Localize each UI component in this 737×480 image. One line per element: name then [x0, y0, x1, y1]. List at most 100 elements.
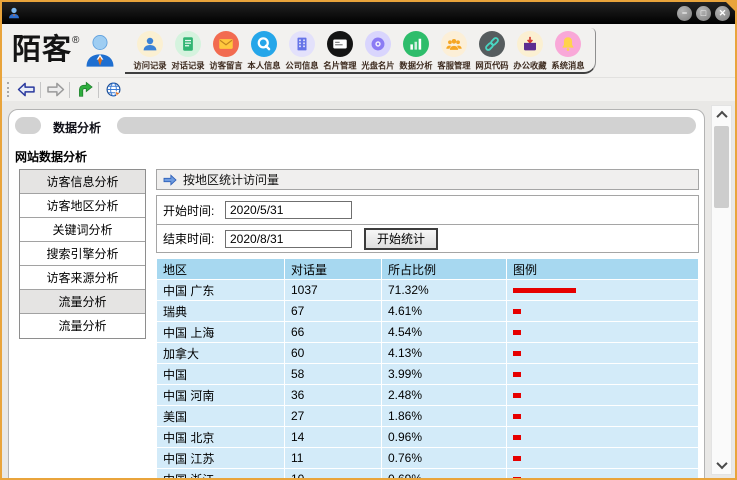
- toolbar-button-data-analysis[interactable]: 数据分析: [397, 31, 435, 72]
- region-cell: 中国 广东: [157, 280, 285, 301]
- sidebar-item-visitor-info-analysis[interactable]: 访客信息分析: [20, 170, 145, 194]
- panel-title: 按地区统计访问量: [183, 171, 279, 188]
- jump-arrow-icon[interactable]: [73, 80, 95, 99]
- legend-bar: [513, 330, 521, 335]
- region-cell: 瑞典: [157, 301, 285, 322]
- toolbar-button-card-management[interactable]: 名片管理: [321, 31, 359, 72]
- legend-cell: [507, 301, 699, 322]
- back-icon[interactable]: [15, 80, 37, 99]
- toolbar-button-system-messages[interactable]: 系统消息: [549, 31, 587, 72]
- percent-cell: 3.99%: [382, 364, 507, 385]
- service-management-icon: [441, 31, 467, 57]
- sidebar-item-visitor-source-analysis[interactable]: 访客来源分析: [20, 266, 145, 290]
- table-row[interactable]: 中国 广东 1037 71.32%: [157, 280, 699, 301]
- toolbar-button-webpage-code[interactable]: 网页代码: [473, 31, 511, 72]
- scroll-up-icon[interactable]: [712, 106, 731, 124]
- minimize-button[interactable]: −: [677, 6, 692, 21]
- tab-stub[interactable]: [15, 117, 41, 134]
- workspace: 数据分析 网站数据分析 访客信息分析访客地区分析关键词分析搜索引擎分析访客来源分…: [2, 101, 735, 478]
- legend-bar: [513, 435, 521, 440]
- scrollbar-thumb[interactable]: [714, 126, 729, 208]
- system-messages-icon: [555, 31, 581, 57]
- start-time-input[interactable]: [225, 201, 352, 219]
- toolbar-label: 名片管理: [323, 59, 358, 71]
- scroll-down-icon[interactable]: [712, 456, 731, 474]
- toolbar-grip[interactable]: [7, 82, 10, 97]
- app-icon: [7, 6, 21, 20]
- percent-cell: 71.32%: [382, 280, 507, 301]
- data-analysis-icon: [403, 31, 429, 57]
- toolbar-label: 访客留言: [209, 59, 244, 71]
- toolbar-button-visit-records[interactable]: 访问记录: [131, 31, 169, 72]
- active-tab-label[interactable]: 数据分析: [53, 119, 101, 136]
- toolbar-button-service-management[interactable]: 客服管理: [435, 31, 473, 72]
- percent-cell: 4.13%: [382, 343, 507, 364]
- forward-icon[interactable]: [44, 80, 66, 99]
- percent-cell: 4.61%: [382, 301, 507, 322]
- table-row[interactable]: 瑞典 67 4.61%: [157, 301, 699, 322]
- separator: [98, 82, 99, 98]
- my-info-icon: [251, 31, 277, 57]
- column-header: 地区: [157, 259, 285, 280]
- window-corner-decoration: [726, 2, 735, 11]
- toolbar-label: 对话记录: [171, 59, 206, 71]
- toolbar-button-visitor-messages[interactable]: 访客留言: [207, 31, 245, 72]
- legend-cell: [507, 448, 699, 469]
- legend-cell: [507, 364, 699, 385]
- table-row[interactable]: 中国 河南 36 2.48%: [157, 385, 699, 406]
- titlebar: − □ ✕: [2, 2, 735, 24]
- count-cell: 27: [285, 406, 382, 427]
- region-cell: 中国 浙江: [157, 469, 285, 479]
- sidebar-item-traffic-analysis-group[interactable]: 流量分析: [20, 290, 145, 314]
- toolbar-label: 网页代码: [475, 59, 510, 71]
- region-cell: 中国 上海: [157, 322, 285, 343]
- table-row[interactable]: 美国 27 1.86%: [157, 406, 699, 427]
- sidebar-item-search-engine-analysis[interactable]: 搜索引擎分析: [20, 242, 145, 266]
- sidebar-item-traffic-analysis[interactable]: 流量分析: [20, 314, 145, 338]
- visitor-messages-icon: [213, 31, 239, 57]
- globe-icon[interactable]: [102, 80, 124, 99]
- percent-cell: 1.86%: [382, 406, 507, 427]
- app-window: − □ ✕ 陌客 ® 访问记录 对话记录: [0, 0, 737, 480]
- tab-bar: [117, 117, 696, 134]
- table-row[interactable]: 中国 江苏 11 0.76%: [157, 448, 699, 469]
- column-header: 所占比例: [382, 259, 507, 280]
- table-row[interactable]: 加拿大 60 4.13%: [157, 343, 699, 364]
- main-toolbar: 陌客 ® 访问记录 对话记录 访客留言 本: [2, 24, 735, 78]
- legend-bar: [513, 309, 521, 314]
- percent-cell: 2.48%: [382, 385, 507, 406]
- toolbar-label: 系统消息: [551, 59, 586, 71]
- table-row[interactable]: 中国 浙江 10 0.69%: [157, 469, 699, 479]
- toolbar-button-company-info[interactable]: 公司信息: [283, 31, 321, 72]
- panel-header: 按地区统计访问量: [156, 169, 699, 190]
- logo-registered-mark: ®: [72, 35, 79, 46]
- region-cell: 中国 江苏: [157, 448, 285, 469]
- percent-cell: 0.69%: [382, 469, 507, 479]
- content-panel: 数据分析 网站数据分析 访客信息分析访客地区分析关键词分析搜索引擎分析访客来源分…: [8, 109, 705, 478]
- legend-bar: [513, 288, 576, 293]
- blue-arrow-icon: [163, 174, 177, 186]
- region-cell: 美国: [157, 406, 285, 427]
- office-favorites-icon: [517, 31, 543, 57]
- sidebar-item-keyword-analysis[interactable]: 关键词分析: [20, 218, 145, 242]
- table-row[interactable]: 中国 北京 14 0.96%: [157, 427, 699, 448]
- legend-bar: [513, 393, 521, 398]
- toolbar-button-my-info[interactable]: 本人信息: [245, 31, 283, 72]
- webpage-code-icon: [479, 31, 505, 57]
- maximize-button[interactable]: □: [696, 6, 711, 21]
- legend-cell: [507, 406, 699, 427]
- legend-cell: [507, 427, 699, 448]
- sidebar-item-visitor-region-analysis[interactable]: 访客地区分析: [20, 194, 145, 218]
- vertical-scrollbar[interactable]: [711, 105, 732, 475]
- table-header-row: 地区对话量所占比例图例: [157, 259, 699, 280]
- start-statistics-button[interactable]: 开始统计: [364, 228, 438, 250]
- legend-bar: [513, 372, 521, 377]
- toolbar-button-office-favorites[interactable]: 办公收藏: [511, 31, 549, 72]
- table-row[interactable]: 中国 58 3.99%: [157, 364, 699, 385]
- table-row[interactable]: 中国 上海 66 4.54%: [157, 322, 699, 343]
- legend-cell: [507, 322, 699, 343]
- toolbar-button-chat-records[interactable]: 对话记录: [169, 31, 207, 72]
- toolbar-button-disc-card[interactable]: 光盘名片: [359, 31, 397, 72]
- end-time-input[interactable]: [225, 230, 352, 248]
- toolbar-label: 本人信息: [247, 59, 282, 71]
